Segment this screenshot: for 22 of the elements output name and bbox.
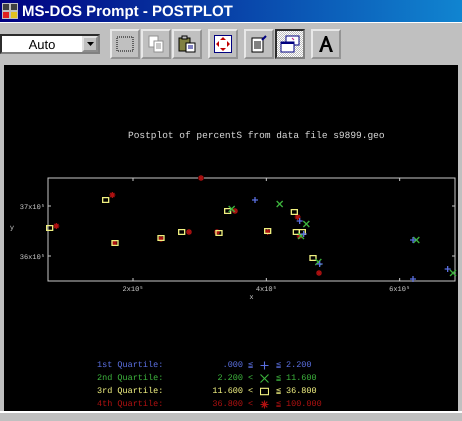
legend-operator: ≦ bbox=[274, 360, 282, 370]
legend-operator: < bbox=[246, 399, 254, 409]
legend-operator: < bbox=[246, 386, 254, 396]
legend-high-value: 11.600 bbox=[286, 373, 317, 383]
legend-label: 3rd Quartile: bbox=[97, 386, 164, 396]
legend-operator: < bbox=[246, 373, 254, 383]
legend-operator: ≦ bbox=[246, 360, 254, 370]
legend-label: 4th Quartile: bbox=[97, 399, 164, 409]
window-title: MS-DOS Prompt - POSTPLOT bbox=[22, 2, 233, 20]
legend-high-value: 2.200 bbox=[286, 360, 312, 370]
legend-operator: ≦ bbox=[274, 373, 282, 383]
legend-operator: ≦ bbox=[274, 386, 282, 396]
legend-high-value: 36.800 bbox=[286, 386, 317, 396]
legend-low-value: 11.600 bbox=[211, 386, 243, 396]
legend-high-value: 100.000 bbox=[286, 399, 322, 409]
legend-low-value: .000 bbox=[222, 360, 243, 370]
legend-low-value: 36.800 bbox=[211, 399, 243, 409]
legend-label: 2nd Quartile: bbox=[97, 373, 164, 383]
legend-operator: ≦ bbox=[274, 399, 282, 409]
chart-title: Postplot of percentS from data file s9899.geo bbox=[128, 130, 385, 141]
legend-label: 1st Quartile: bbox=[97, 360, 164, 370]
legend-low-value: 2.200 bbox=[216, 373, 243, 383]
